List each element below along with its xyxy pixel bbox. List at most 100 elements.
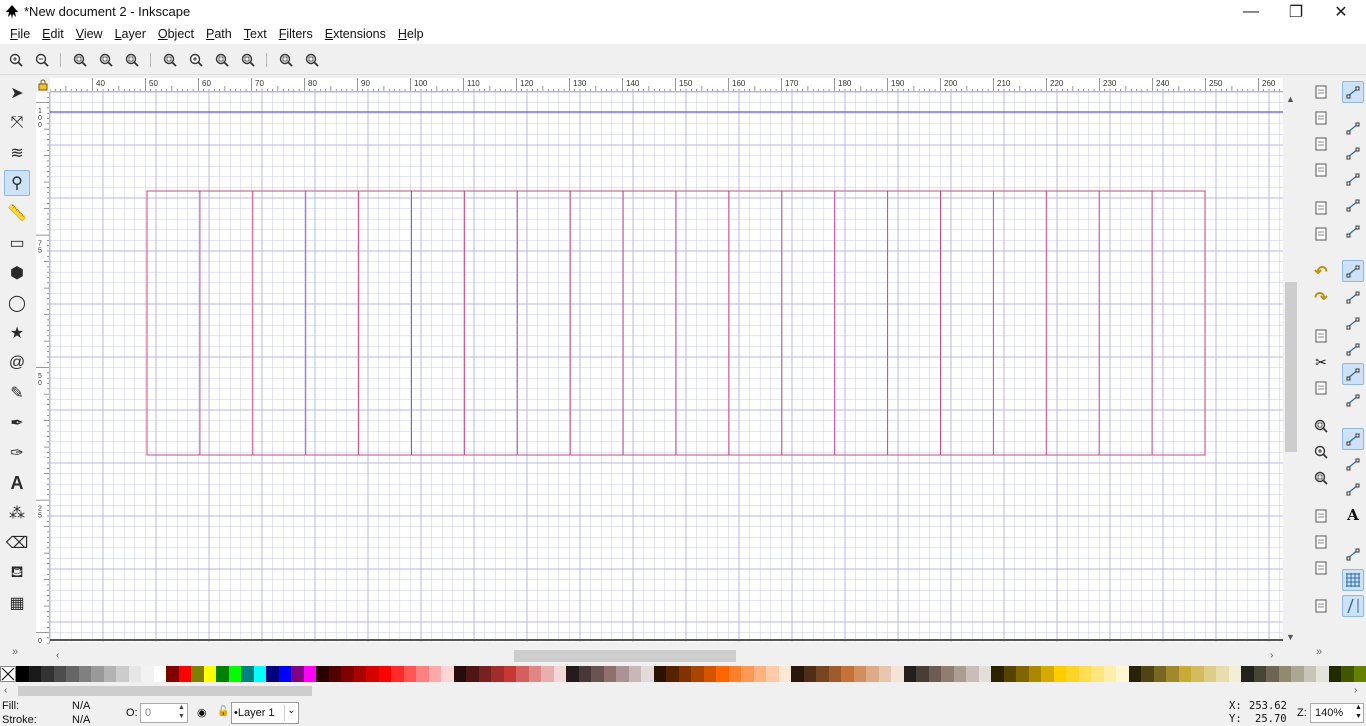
- color-swatch[interactable]: [116, 666, 129, 682]
- color-swatch[interactable]: [453, 666, 466, 682]
- color-swatch[interactable]: [1178, 666, 1191, 682]
- snap-enable-toggle[interactable]: [1342, 81, 1364, 103]
- color-swatch[interactable]: [891, 666, 904, 682]
- calligraphy-tool-button[interactable]: ✑: [4, 440, 30, 466]
- import-button[interactable]: [1310, 197, 1332, 219]
- pencil-tool-button[interactable]: ✎: [4, 380, 30, 406]
- drawing-canvas[interactable]: [50, 92, 1283, 642]
- restore-button[interactable]: ❐: [1273, 0, 1319, 24]
- snap-intersection-toggle[interactable]: [1342, 312, 1364, 334]
- snap-guide-toggle[interactable]: [1342, 595, 1364, 617]
- scroll-right-icon[interactable]: ›: [1270, 650, 1273, 661]
- layer-selector[interactable]: •Layer 1 ⌄: [231, 702, 299, 724]
- vertical-scrollbar[interactable]: ▲ ▼: [1284, 92, 1298, 644]
- color-swatch[interactable]: [791, 666, 804, 682]
- menu-layer[interactable]: Layer: [109, 24, 152, 44]
- zoom-drawing-button[interactable]: [186, 50, 206, 70]
- color-swatch[interactable]: [616, 666, 629, 682]
- color-swatch[interactable]: [691, 666, 704, 682]
- color-swatch[interactable]: [878, 666, 891, 682]
- opacity-spinbox[interactable]: 0 ▲ ▼: [140, 703, 188, 723]
- group-button[interactable]: [1310, 595, 1332, 617]
- snap-midpoint-toggle[interactable]: [1342, 389, 1364, 411]
- color-swatch[interactable]: [666, 666, 679, 682]
- snap-text-baseline-toggle[interactable]: A: [1342, 504, 1364, 526]
- canvas-drawing[interactable]: [50, 92, 1283, 642]
- unlink-clone-button[interactable]: [1310, 557, 1332, 579]
- color-swatch[interactable]: [1291, 666, 1304, 682]
- color-swatch[interactable]: [1191, 666, 1204, 682]
- color-swatch[interactable]: [78, 666, 91, 682]
- zoom-down-icon[interactable]: ▼: [1355, 713, 1362, 720]
- color-swatch[interactable]: [1078, 666, 1091, 682]
- snap-others-toggle[interactable]: [1342, 428, 1364, 450]
- color-swatch[interactable]: [741, 666, 754, 682]
- node-tool-button[interactable]: ⤧: [4, 110, 30, 136]
- color-swatch[interactable]: [528, 666, 541, 682]
- scroll-left-icon[interactable]: ‹: [56, 650, 59, 661]
- 3d-box-tool-button[interactable]: ⬢: [4, 260, 30, 286]
- color-swatch[interactable]: [1241, 666, 1254, 682]
- horizontal-ruler[interactable]: 40 50 60 70 80 90 100 110 120 130 140 150 160 170 180 1…: [50, 78, 1283, 92]
- clone-button[interactable]: [1310, 531, 1332, 553]
- minimize-button[interactable]: —: [1228, 0, 1274, 24]
- menu-help[interactable]: Help: [392, 24, 430, 44]
- zoom-2to1-button[interactable]: [122, 50, 142, 70]
- color-swatch[interactable]: [591, 666, 604, 682]
- snap-grid-toggle[interactable]: [1342, 569, 1364, 591]
- color-swatch[interactable]: [566, 666, 579, 682]
- color-swatch[interactable]: [266, 666, 279, 682]
- scroll-up-icon[interactable]: ▲: [1286, 94, 1295, 104]
- color-swatch[interactable]: [441, 666, 454, 682]
- color-swatch[interactable]: [428, 666, 441, 682]
- snap-path-toggle[interactable]: [1342, 286, 1364, 308]
- menu-edit[interactable]: Edit: [36, 24, 70, 44]
- color-swatch[interactable]: [1016, 666, 1029, 682]
- color-swatch[interactable]: [153, 666, 166, 682]
- color-swatch[interactable]: [991, 666, 1004, 682]
- copy-button[interactable]: [1310, 325, 1332, 347]
- color-swatch[interactable]: [928, 666, 941, 682]
- rectangle-tool-button[interactable]: ▭: [4, 230, 30, 256]
- color-swatch[interactable]: [178, 666, 191, 682]
- zoom-page-width-button[interactable]: [238, 50, 258, 70]
- color-swatch[interactable]: [1041, 666, 1054, 682]
- color-swatch[interactable]: [1091, 666, 1104, 682]
- chevron-down-icon[interactable]: ⌄: [284, 705, 298, 721]
- zoom-out-button[interactable]: [32, 50, 52, 70]
- color-swatch[interactable]: [1341, 666, 1354, 682]
- fill-value[interactable]: N/A: [72, 700, 90, 712]
- color-swatch[interactable]: [16, 666, 29, 682]
- ellipse-tool-button[interactable]: ◯: [4, 290, 30, 316]
- color-swatch[interactable]: [1303, 666, 1316, 682]
- no-paint-swatch[interactable]: [0, 666, 16, 682]
- color-swatch[interactable]: [1166, 666, 1179, 682]
- color-swatch[interactable]: [378, 666, 391, 682]
- palette-scrollbar[interactable]: ‹ ›: [0, 684, 1366, 698]
- toolbox-expand-icon[interactable]: »: [12, 646, 18, 658]
- color-swatch[interactable]: [866, 666, 879, 682]
- gradient-tool-button[interactable]: ▦: [4, 590, 30, 616]
- color-swatch[interactable]: [578, 666, 591, 682]
- snap-bbox-midpoint-toggle[interactable]: [1342, 194, 1364, 216]
- tweak-tool-button[interactable]: ≋: [4, 140, 30, 166]
- color-swatch[interactable]: [1128, 666, 1141, 682]
- snap-object-center-toggle[interactable]: [1342, 453, 1364, 475]
- color-swatch[interactable]: [103, 666, 116, 682]
- color-swatch[interactable]: [66, 666, 79, 682]
- color-swatch[interactable]: [403, 666, 416, 682]
- spiral-tool-button[interactable]: @: [4, 350, 30, 376]
- color-swatch[interactable]: [803, 666, 816, 682]
- color-swatch[interactable]: [1278, 666, 1291, 682]
- color-swatch[interactable]: [291, 666, 304, 682]
- color-swatch[interactable]: [466, 666, 479, 682]
- color-swatch[interactable]: [1316, 666, 1329, 682]
- palette-scroll-left-icon[interactable]: ‹: [4, 685, 7, 696]
- color-swatch[interactable]: [916, 666, 929, 682]
- color-swatch[interactable]: [1228, 666, 1241, 682]
- color-swatch[interactable]: [728, 666, 741, 682]
- color-swatch[interactable]: [966, 666, 979, 682]
- color-swatch[interactable]: [978, 666, 991, 682]
- stroke-value[interactable]: N/A: [72, 714, 90, 726]
- spin-down-icon[interactable]: ▼: [178, 713, 185, 720]
